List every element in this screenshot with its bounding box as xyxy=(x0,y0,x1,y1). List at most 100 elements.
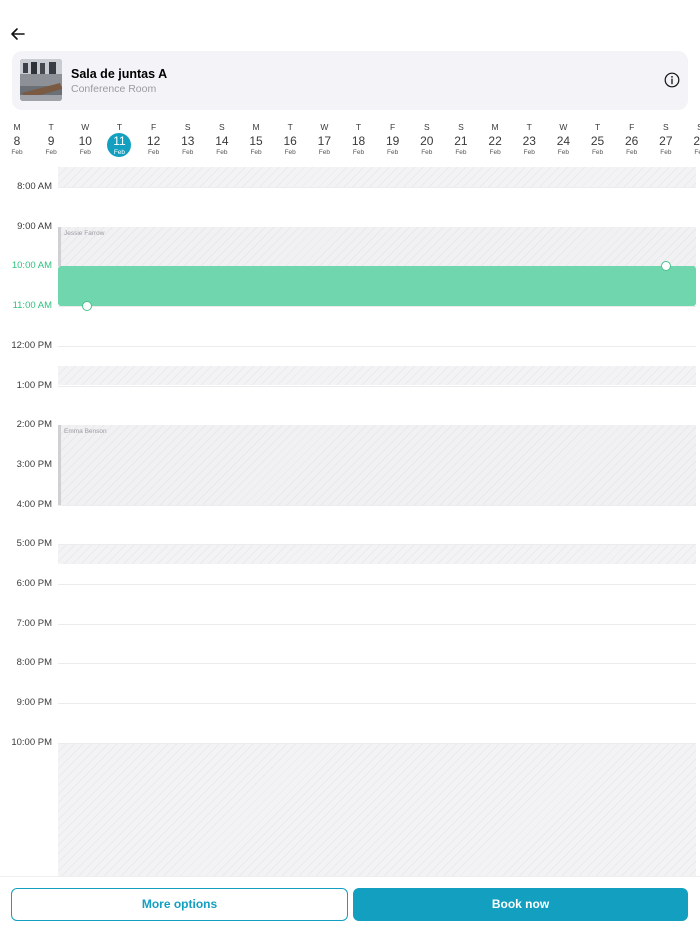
room-type: Conference Room xyxy=(71,83,157,95)
date-item-17[interactable]: W 17 Feb xyxy=(307,118,341,157)
booking-owner: Jessie Farrow xyxy=(64,229,105,237)
date-month: Feb xyxy=(694,149,700,156)
date-month: Feb xyxy=(591,149,604,156)
date-number: 18 xyxy=(351,134,366,148)
date-month: Feb xyxy=(147,149,160,156)
date-month: Feb xyxy=(45,149,57,156)
date-strip: M 8 Feb T 9 Feb W 10 Feb T 11 Feb F 12 Feb S 13 Feb S 14 Feb… xyxy=(0,118,700,164)
date-number: 21 xyxy=(454,134,468,148)
date-number: 20 xyxy=(420,134,434,148)
date-weekday: T xyxy=(287,122,293,132)
hour-gridline xyxy=(58,544,696,546)
date-item-9[interactable]: T 9 Feb xyxy=(34,118,68,157)
hour-label: 4:00 PM xyxy=(16,498,52,510)
date-item-11[interactable]: T 11 Feb xyxy=(102,118,136,157)
date-item-22[interactable]: M 22 Feb xyxy=(478,118,512,157)
hour-gridline xyxy=(58,584,696,585)
date-month: Feb xyxy=(216,149,228,156)
date-item-19[interactable]: F 19 Feb xyxy=(376,118,410,157)
date-item-8[interactable]: M 8 Feb xyxy=(0,118,34,157)
date-month: Feb xyxy=(250,149,262,156)
date-weekday: W xyxy=(559,122,568,132)
hour-gridline xyxy=(58,345,696,347)
hour-label: 11:00 AM xyxy=(12,300,52,312)
date-item-15[interactable]: M 15 Feb xyxy=(239,118,273,157)
date-number: 15 xyxy=(249,134,263,148)
date-item-24[interactable]: W 24 Feb xyxy=(546,118,580,157)
date-item-12[interactable]: F 12 Feb xyxy=(137,118,171,157)
date-item-25[interactable]: T 25 Feb xyxy=(581,118,615,157)
date-month: Feb xyxy=(557,149,569,156)
date-item-18[interactable]: T 18 Feb xyxy=(342,118,376,157)
date-number: 25 xyxy=(590,134,605,148)
date-month: Feb xyxy=(387,149,399,156)
date-weekday: S xyxy=(663,122,669,132)
date-weekday: W xyxy=(81,122,90,132)
date-item-20[interactable]: S 20 Feb xyxy=(410,118,444,157)
date-month: Feb xyxy=(113,149,126,156)
date-item-10[interactable]: W 10 Feb xyxy=(68,118,102,157)
more-options-button[interactable]: More options xyxy=(11,888,348,921)
date-weekday: M xyxy=(491,122,499,132)
date-item-23[interactable]: T 23 Feb xyxy=(512,118,546,157)
date-month: Feb xyxy=(79,149,91,156)
date-number: 14 xyxy=(215,134,229,148)
existing-booking[interactable]: Jessie Farrow xyxy=(58,226,696,267)
hour-label: 1:00 PM xyxy=(16,379,52,391)
date-item-21[interactable]: S 21 Feb xyxy=(444,118,478,157)
hour-gridline xyxy=(58,703,696,705)
date-month: Feb xyxy=(523,149,535,156)
hour-label: 10:00 PM xyxy=(11,736,52,748)
hour-label: 12:00 PM xyxy=(11,339,52,351)
info-button[interactable] xyxy=(664,72,680,88)
arrow-left-icon xyxy=(11,28,25,40)
date-number: 9 xyxy=(47,134,55,148)
date-month: Feb xyxy=(11,149,23,156)
selected-time-slot[interactable] xyxy=(58,266,696,307)
date-item-26[interactable]: F 26 Feb xyxy=(615,118,649,157)
date-number: 17 xyxy=(317,134,332,148)
date-weekday: M xyxy=(13,122,21,132)
date-item-14[interactable]: S 14 Feb xyxy=(205,118,239,157)
date-item-28[interactable]: S 28Feb xyxy=(683,118,700,157)
date-month: Feb xyxy=(489,149,501,156)
hour-label: 8:00 AM xyxy=(17,181,52,192)
date-item-13[interactable]: S 13 Feb xyxy=(171,118,205,157)
existing-booking[interactable]: Emma Benson xyxy=(58,425,696,505)
hour-gridline xyxy=(58,623,696,625)
date-weekday: T xyxy=(116,122,123,132)
date-weekday: S xyxy=(423,122,430,132)
date-number: 24 xyxy=(556,134,571,148)
book-now-button[interactable]: Book now xyxy=(353,888,688,921)
unavailable-slot xyxy=(58,742,696,876)
date-item-27[interactable]: S 27 Feb xyxy=(649,118,683,157)
date-weekday: T xyxy=(355,122,362,132)
date-number: 27 xyxy=(659,134,673,148)
date-weekday: S xyxy=(184,122,191,132)
date-weekday: S xyxy=(458,122,464,132)
footer-bar: More options Book now xyxy=(0,876,700,935)
date-item-16[interactable]: T 16 Feb xyxy=(273,118,307,157)
info-icon xyxy=(664,72,680,88)
selection-end-handle[interactable] xyxy=(82,301,92,312)
date-weekday: F xyxy=(150,122,157,132)
hour-gridline xyxy=(58,306,696,308)
hour-gridline xyxy=(58,663,696,665)
date-month: Feb xyxy=(660,149,672,156)
day-schedule: 8:00 AM 9:00 AM 10:00 AM 11:00 AM 12:00 PM 1:… xyxy=(0,167,700,876)
date-weekday: S xyxy=(219,122,225,132)
date-number: 23 xyxy=(522,134,536,148)
date-weekday: T xyxy=(48,122,54,132)
hour-label: 2:00 PM xyxy=(16,419,52,431)
unavailable-slot xyxy=(58,167,696,187)
date-month: Feb xyxy=(182,149,194,156)
date-weekday: W xyxy=(320,122,329,132)
date-number: 10 xyxy=(78,134,92,148)
date-month: Feb xyxy=(284,149,296,156)
date-number: 12 xyxy=(146,134,161,148)
date-weekday: F xyxy=(390,122,396,132)
back-button[interactable] xyxy=(8,24,28,44)
unavailable-slot xyxy=(58,365,696,386)
hour-gridline xyxy=(58,504,696,506)
hour-gridline xyxy=(58,742,696,744)
